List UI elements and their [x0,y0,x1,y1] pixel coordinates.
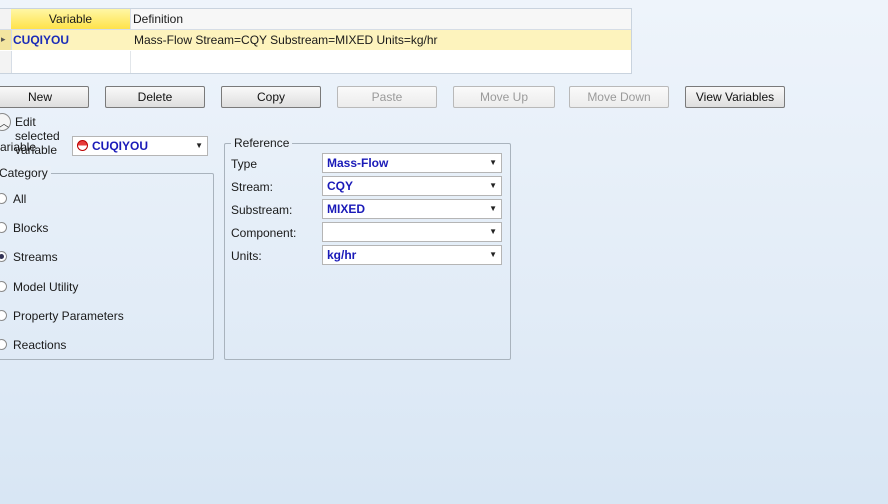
row-pointer-icon: ▸ [1,34,6,44]
units-label: Units: [231,249,262,263]
radio-dot[interactable] [0,281,7,292]
column-header-variable[interactable]: Variable [11,9,131,30]
chevron-down-icon[interactable]: ▼ [195,137,203,155]
units-value: kg/hr [327,248,357,262]
type-label: Type [231,157,258,171]
view-variables-button[interactable]: View Variables [685,86,785,108]
variable-label: ariable [0,140,37,154]
radio-dot[interactable] [0,310,7,321]
cell-definition[interactable]: Mass-Flow Stream=CQY Substream=MIXED Uni… [134,30,438,50]
reference-title: Reference [231,136,293,150]
component-label: Component: [231,226,297,240]
chevron-down-icon[interactable]: ▼ [489,177,497,195]
component-select[interactable]: ▼ [322,222,502,242]
radio-label: Blocks [13,221,49,235]
move-up-button[interactable]: Move Up [453,86,555,108]
variable-value: CUQIYOU [92,139,149,153]
units-select[interactable]: kg/hr ▼ [322,245,502,265]
radio-dot[interactable] [0,193,7,204]
variable-grid: Variable Definition ▸ CUQIYOU Mass-Flow … [0,8,632,74]
variable-select[interactable]: CUQIYOU ▼ [72,136,208,156]
row-selector[interactable]: ▸ [0,30,12,50]
chevron-down-icon[interactable]: ▼ [489,223,497,241]
cell-variable[interactable]: CUQIYOU [13,30,129,50]
radio-label: Streams [13,250,58,264]
stream-value: CQY [327,179,354,193]
radio-label: Model Utility [13,280,79,294]
category-title: Category [0,166,51,180]
stream-select[interactable]: CQY ▼ [322,176,502,196]
radio-label: Property Parameters [13,309,124,323]
paste-button[interactable]: Paste [337,86,437,108]
radio-label: Reactions [13,338,67,352]
delete-button[interactable]: Delete [105,86,205,108]
radio-dot[interactable] [0,339,7,350]
move-down-button[interactable]: Move Down [569,86,669,108]
chevron-down-icon[interactable]: ▼ [489,200,497,218]
chevron-down-icon[interactable]: ▼ [489,246,497,264]
copy-button[interactable]: Copy [221,86,321,108]
cell-divider [130,51,131,73]
substream-value: MIXED [327,202,366,216]
type-select[interactable]: Mass-Flow ▼ [322,153,502,173]
stream-label: Stream: [231,180,274,194]
radio-dot-selected[interactable] [0,251,7,262]
radio-dot[interactable] [0,222,7,233]
chevron-down-icon[interactable]: ▼ [489,154,497,172]
type-value: Mass-Flow [327,156,389,170]
column-header-definition[interactable]: Definition [131,9,631,30]
chevron-up-icon[interactable]: ︿ [0,113,11,131]
row-selector[interactable] [0,51,12,73]
stop-icon [77,140,88,151]
table-row[interactable]: ▸ CUQIYOU Mass-Flow Stream=CQY Substream… [0,30,631,50]
radio-label: All [13,192,27,206]
new-button[interactable]: New [0,86,89,108]
substream-select[interactable]: MIXED ▼ [322,199,502,219]
table-row-new[interactable] [0,51,631,73]
category-group: Category All Blocks Streams Model Utilit… [0,166,214,360]
substream-label: Substream: [231,203,293,217]
